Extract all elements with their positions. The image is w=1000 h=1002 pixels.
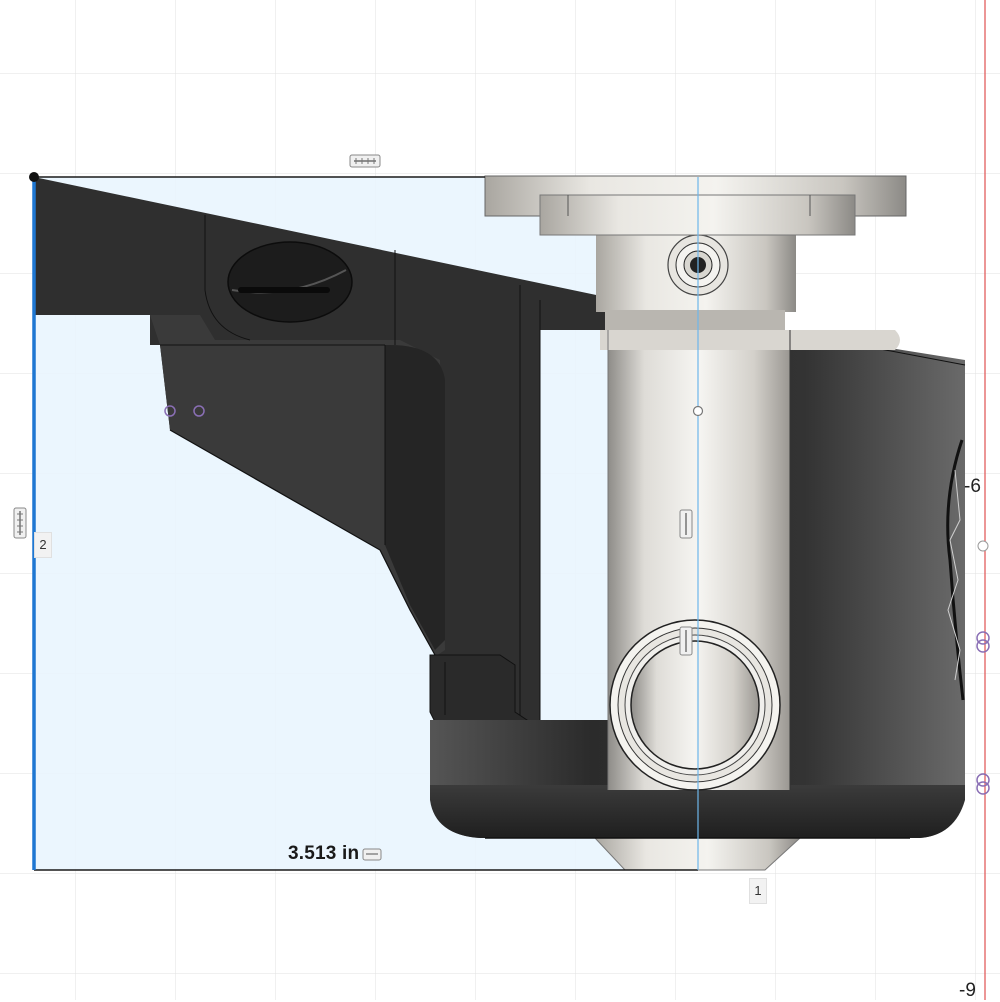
sketch-point-label: 2 [34,532,52,558]
ruler-label: -6 [964,476,981,497]
canvas-viewport[interactable]: 3.513 in 2 1 -6 -9 [0,0,1000,1001]
sketch-origin-point[interactable] [29,172,39,182]
sketch-point[interactable] [977,540,989,552]
vertical-constraint-icon[interactable] [679,626,693,656]
dimension-constraint-icon[interactable] [362,848,382,861]
horizontal-constraint-icon[interactable] [349,154,381,168]
ruler-label: -9 [959,980,976,1001]
model-canvas[interactable] [0,0,1000,1000]
sketch-point-label: 1 [749,878,767,904]
vertical-constraint-icon[interactable] [13,507,27,539]
dimension-value[interactable]: 3.513 in [288,843,359,865]
vertical-constraint-icon[interactable] [679,509,693,539]
sketch-point[interactable] [692,405,704,417]
